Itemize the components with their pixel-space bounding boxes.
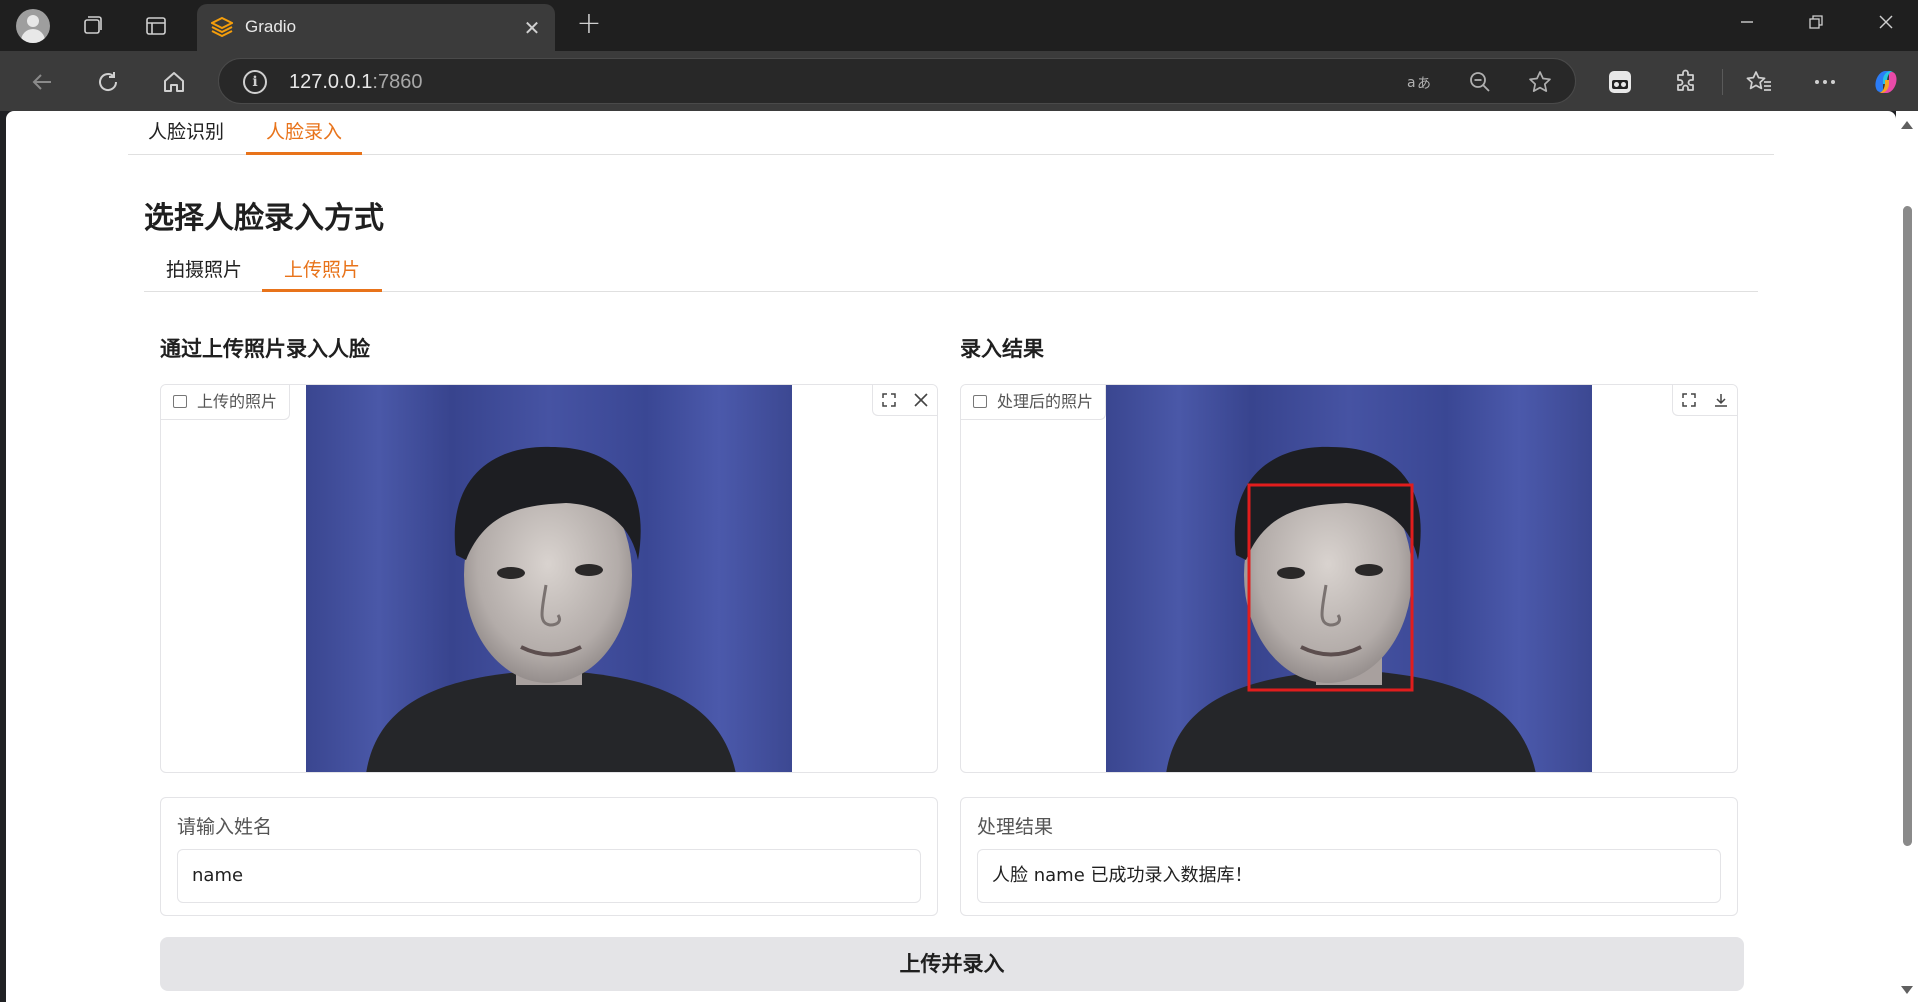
tab-actions-icon[interactable]	[140, 10, 172, 42]
more-menu-icon[interactable]	[1808, 65, 1842, 99]
name-textbox: 请输入姓名 name	[160, 797, 938, 916]
tab-face-recognition[interactable]: 人脸识别	[128, 111, 244, 155]
image-toolbar	[1672, 385, 1737, 416]
main-tabs: 人脸识别 人脸录入	[128, 111, 1774, 155]
new-tab-button[interactable]: +	[572, 8, 606, 42]
gradio-logo-icon	[211, 17, 233, 37]
close-window-button[interactable]	[1866, 10, 1906, 40]
image-label: 上传的照片	[161, 385, 291, 420]
read-aloud-icon[interactable]: aあ	[1403, 65, 1437, 99]
uploaded-image-panel[interactable]: 上传的照片	[160, 384, 938, 773]
address-url: 127.0.0.1:7860	[289, 71, 423, 93]
name-input[interactable]: name	[177, 849, 921, 903]
toolbar-divider	[1722, 69, 1723, 95]
tab-face-enrollment[interactable]: 人脸录入	[246, 111, 363, 155]
image-icon	[973, 395, 987, 408]
scroll-thumb[interactable]	[1903, 206, 1912, 846]
result-label: 处理结果	[977, 816, 1054, 838]
image-label: 处理后的照片	[961, 385, 1107, 420]
browser-tab-bar: Gradio ✕ +	[0, 0, 1918, 51]
site-info-icon[interactable]: i	[243, 70, 267, 94]
tab-take-photo[interactable]: 拍摄照片	[144, 248, 264, 292]
section-title: 选择人脸录入方式	[144, 201, 384, 236]
image-toolbar	[872, 385, 937, 416]
result-textbox: 处理结果 人脸 name 已成功录入数据库！	[960, 797, 1738, 916]
result-output: 人脸 name 已成功录入数据库！	[977, 849, 1721, 903]
scroll-up-arrow[interactable]	[1901, 121, 1913, 129]
svg-text:a: a	[1407, 75, 1416, 91]
minimize-button[interactable]	[1727, 10, 1767, 40]
processed-image-panel[interactable]: 处理后的照片	[960, 384, 1738, 773]
upload-and-enroll-button[interactable]: 上传并录入	[160, 937, 1744, 991]
address-bar[interactable]: i 127.0.0.1:7860 aあ	[218, 58, 1576, 104]
profile-avatar[interactable]	[16, 9, 50, 43]
page-content: 人脸识别 人脸录入 选择人脸录入方式 拍摄照片 上传照片 通过上传照片录入人脸	[6, 111, 1896, 1002]
download-icon[interactable]	[1705, 385, 1737, 415]
tab-close-icon[interactable]: ✕	[519, 15, 545, 41]
home-button[interactable]	[157, 65, 191, 99]
fullscreen-icon[interactable]	[1673, 385, 1705, 415]
fullscreen-icon[interactable]	[873, 385, 905, 415]
browser-tab-gradio[interactable]: Gradio ✕	[197, 4, 555, 51]
tab-title: Gradio	[245, 17, 297, 36]
scroll-down-arrow[interactable]	[1901, 986, 1913, 994]
copilot-icon[interactable]	[1869, 65, 1903, 99]
favorite-star-icon[interactable]	[1523, 65, 1557, 99]
clear-image-icon[interactable]	[905, 385, 937, 415]
enrollment-method-tabs: 拍摄照片 上传照片	[144, 248, 1758, 292]
upload-column-title: 通过上传照片录入人脸	[160, 337, 370, 361]
page-scrollbar[interactable]	[1896, 111, 1918, 1002]
back-button[interactable]	[25, 65, 59, 99]
tab-upload-photo[interactable]: 上传照片	[262, 248, 383, 292]
result-column-title: 录入结果	[960, 337, 1044, 361]
browser-toolbar: i 127.0.0.1:7860 aあ	[0, 51, 1918, 111]
favorites-icon[interactable]	[1742, 65, 1776, 99]
workspaces-icon[interactable]	[76, 10, 108, 42]
svg-text:あ: あ	[1417, 76, 1431, 92]
processed-face-photo	[1106, 385, 1592, 772]
image-icon	[173, 395, 187, 408]
name-label: 请输入姓名	[177, 816, 273, 838]
uploaded-face-photo	[306, 385, 792, 772]
reload-button[interactable]	[91, 65, 125, 99]
zoom-out-icon[interactable]	[1463, 65, 1497, 99]
extensions-puzzle-icon[interactable]	[1669, 65, 1703, 99]
restore-button[interactable]	[1796, 10, 1836, 40]
extension-icon[interactable]	[1603, 65, 1637, 99]
